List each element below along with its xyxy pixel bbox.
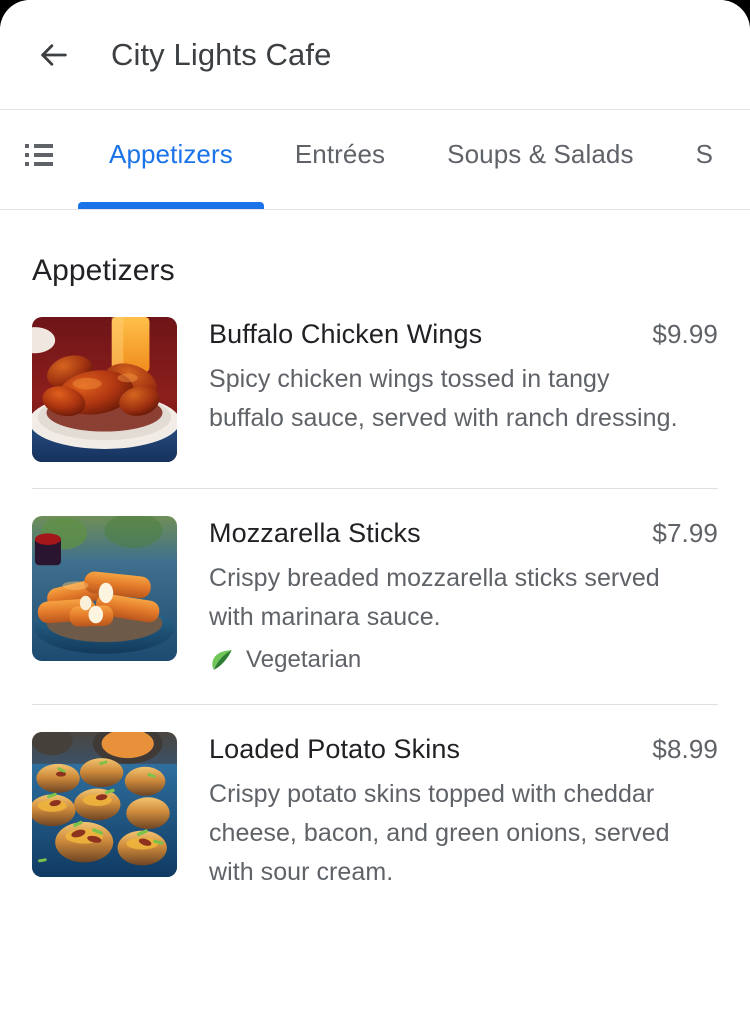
menu-item[interactable]: Buffalo Chicken Wings $9.99 Spicy chicke… (0, 314, 750, 462)
tab-strip: Appetizers Entrées Soups & Salads S (78, 110, 750, 209)
list-divider (32, 704, 718, 705)
leaf-icon (209, 647, 235, 673)
category-tab-bar: Appetizers Entrées Soups & Salads S (0, 110, 750, 210)
menu-item-description: Crispy breaded mozzarella sticks served … (209, 564, 660, 631)
tab-partial-next[interactable]: S (665, 110, 744, 209)
menu-list-button[interactable] (0, 110, 78, 209)
menu-item-description: Crispy potato skins topped with cheddar … (209, 780, 670, 886)
tab-entrees[interactable]: Entrées (264, 110, 416, 209)
menu-item-body: Buffalo Chicken Wings $9.99 Spicy chicke… (209, 314, 718, 442)
list-divider (32, 488, 718, 489)
tab-label: Soups & Salads (447, 139, 634, 169)
menu-item-description: Spicy chicken wings tossed in tangy buff… (209, 365, 678, 432)
tab-label: S (695, 139, 714, 169)
tab-soups-and-salads[interactable]: Soups & Salads (416, 110, 664, 209)
menu-item-header: Mozzarella Sticks $7.99 (209, 513, 718, 553)
section-heading: Appetizers (32, 254, 175, 287)
menu-item-header: Loaded Potato Skins $8.99 (209, 729, 718, 769)
loaded-potato-skins-photo (32, 732, 177, 877)
list-view-icon (25, 143, 53, 166)
tab-label: Entrées (294, 139, 386, 169)
page-title: City Lights Cafe (111, 36, 332, 72)
back-button[interactable] (30, 31, 78, 79)
menu-item-price: $7.99 (652, 518, 718, 548)
menu-item-price: $8.99 (652, 734, 718, 764)
dietary-tag-label: Vegetarian (246, 646, 362, 673)
menu-item-name: Loaded Potato Skins (209, 734, 461, 764)
menu-item-tags: Vegetarian (209, 646, 718, 674)
menu-item-name: Buffalo Chicken Wings (209, 319, 483, 349)
tab-appetizers[interactable]: Appetizers (78, 110, 264, 209)
menu-item[interactable]: Mozzarella Sticks $7.99 Crispy breaded m… (0, 513, 750, 678)
menu-item-body: Mozzarella Sticks $7.99 Crispy breaded m… (209, 513, 718, 678)
app-window: City Lights Cafe Appetizers Entrées Soup… (0, 0, 750, 1010)
dietary-tag-vegetarian: Vegetarian (209, 646, 361, 674)
mozzarella-sticks-photo (32, 516, 177, 661)
menu-scroll-area[interactable]: Appetizers Buffalo Chicken Wings $9.99 S… (0, 210, 750, 1010)
back-arrow-icon (37, 38, 71, 72)
menu-item-body: Loaded Potato Skins $8.99 Crispy potato … (209, 729, 718, 896)
menu-item-name: Mozzarella Sticks (209, 518, 421, 548)
menu-item-price: $9.99 (652, 319, 718, 349)
menu-item-header: Buffalo Chicken Wings $9.99 (209, 314, 718, 354)
app-bar: City Lights Cafe (0, 0, 750, 110)
menu-item[interactable]: Loaded Potato Skins $8.99 Crispy potato … (0, 729, 750, 896)
tab-label: Appetizers (109, 139, 233, 169)
buffalo-chicken-wings-photo (32, 317, 177, 462)
